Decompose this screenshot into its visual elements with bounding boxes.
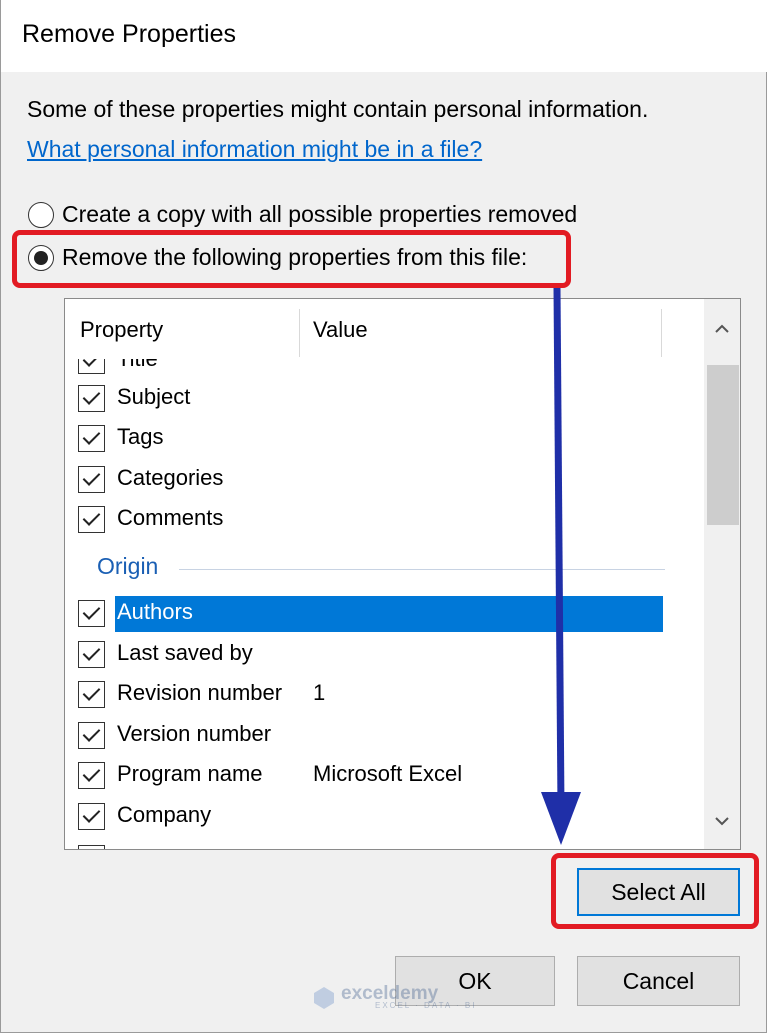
radio-button-unselected[interactable] <box>28 201 54 228</box>
column-divider[interactable] <box>299 309 300 357</box>
remove-properties-dialog: Remove Properties Some of these properti… <box>0 0 767 1033</box>
select-all-button[interactable]: Select All <box>577 868 740 916</box>
checkbox-checked[interactable] <box>78 845 105 849</box>
watermark-tagline: EXCEL · DATA · BI <box>375 1001 477 1010</box>
checkbox-checked[interactable] <box>78 722 105 749</box>
property-label: Revision number <box>117 680 283 705</box>
checkbox-checked[interactable] <box>78 600 105 627</box>
property-label: Tags <box>117 424 164 449</box>
property-label: Title <box>117 359 158 372</box>
checkbox-checked[interactable] <box>78 762 105 789</box>
checkbox-checked[interactable] <box>78 466 105 493</box>
property-label: Categories <box>117 465 224 490</box>
property-value: Microsoft Excel <box>313 761 463 786</box>
scroll-up-chevron-icon[interactable] <box>704 311 740 347</box>
property-label: Program name <box>117 761 263 786</box>
column-header-value[interactable]: Value <box>313 317 368 343</box>
checkbox-checked[interactable] <box>78 425 105 452</box>
column-header-property[interactable]: Property <box>80 317 163 343</box>
cancel-button[interactable]: Cancel <box>577 956 740 1006</box>
annotation-highlight-radio <box>12 230 571 288</box>
property-label: Last saved by <box>117 640 253 665</box>
property-label: Version number <box>117 721 272 746</box>
exceldemy-logo-icon <box>314 986 334 1009</box>
personal-info-link[interactable]: What personal information might be in a … <box>27 136 482 163</box>
property-value: 1 <box>313 680 326 705</box>
info-text: Some of these properties might contain p… <box>27 96 649 122</box>
column-divider[interactable] <box>661 309 662 357</box>
checkbox-checked[interactable] <box>78 385 105 412</box>
vertical-scrollbar[interactable] <box>704 299 740 849</box>
checkbox-checked[interactable] <box>78 506 105 533</box>
checkbox-checked[interactable] <box>78 803 105 830</box>
group-title: Origin <box>97 553 159 579</box>
property-label: Comments <box>117 505 224 530</box>
checkbox-checked[interactable] <box>78 681 105 708</box>
radio-label-create-copy: Create a copy with all possible properti… <box>62 201 578 227</box>
properties-list[interactable]: Property Value Title Subject Tags Catego… <box>64 298 741 850</box>
watermark-logo: exceldemy EXCEL · DATA · BI <box>313 984 477 1010</box>
scroll-thumb[interactable] <box>707 365 739 525</box>
property-label: Subject <box>117 384 191 409</box>
property-label: Company <box>117 802 212 827</box>
title-bar: Remove Properties <box>1 0 767 72</box>
scroll-down-chevron-icon[interactable] <box>704 803 740 839</box>
checkbox-checked[interactable] <box>78 359 105 374</box>
radio-create-copy[interactable]: Create a copy with all possible properti… <box>28 201 577 228</box>
property-label: Authors <box>117 599 193 624</box>
dialog-title: Remove Properties <box>22 20 236 48</box>
checkbox-checked[interactable] <box>78 641 105 668</box>
annotation-arrow-icon <box>541 287 581 845</box>
